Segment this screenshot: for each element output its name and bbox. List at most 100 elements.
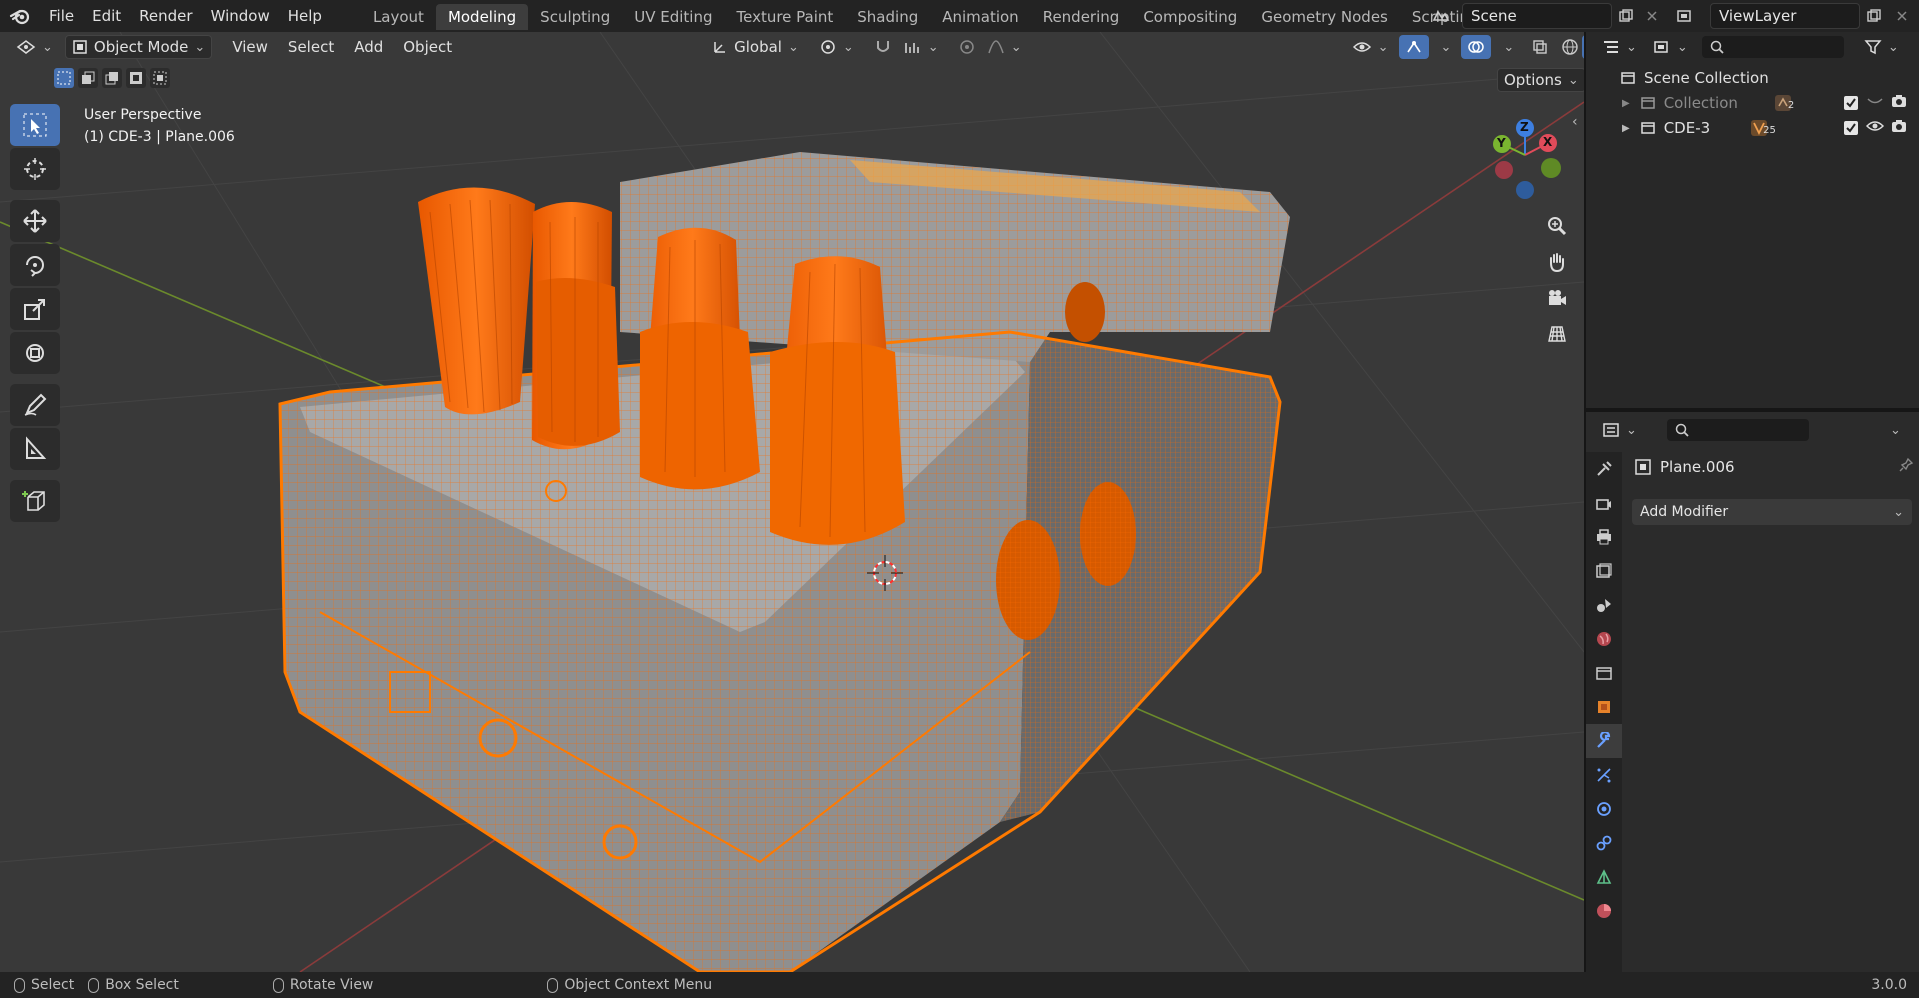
overlays-options-button[interactable] bbox=[1491, 35, 1520, 59]
snap-target-button[interactable] bbox=[898, 35, 945, 59]
select-box-tool[interactable] bbox=[10, 104, 60, 146]
add-menu[interactable]: Add bbox=[348, 35, 389, 59]
overlays-toggle[interactable] bbox=[1461, 35, 1492, 59]
pin-icon[interactable] bbox=[1898, 457, 1914, 477]
mode-selector[interactable]: Object Mode bbox=[64, 35, 213, 59]
scale-tool[interactable] bbox=[10, 288, 60, 330]
new-view-layer-icon[interactable] bbox=[1860, 3, 1888, 29]
new-scene-icon[interactable] bbox=[1612, 3, 1640, 29]
outliner-search-input[interactable] bbox=[1701, 36, 1844, 58]
tab-texture-paint[interactable]: Texture Paint bbox=[724, 4, 845, 30]
scene-selector[interactable]: Scene bbox=[1462, 3, 1612, 29]
navigation-gizmo[interactable]: Z X Y bbox=[1480, 110, 1580, 210]
cde3-checkbox[interactable] bbox=[1844, 121, 1858, 135]
tab-collection[interactable] bbox=[1586, 656, 1622, 690]
view-layer-selector[interactable]: ViewLayer bbox=[1710, 3, 1860, 29]
select-extend-button[interactable] bbox=[78, 68, 98, 88]
select-invert-button[interactable] bbox=[126, 68, 146, 88]
tab-world[interactable] bbox=[1586, 622, 1622, 656]
outliner-editor-type-button[interactable] bbox=[1596, 35, 1643, 59]
editor-type-button[interactable] bbox=[10, 35, 59, 59]
transform-tool[interactable] bbox=[10, 332, 60, 374]
select-intersect-button[interactable] bbox=[150, 68, 170, 88]
menu-file[interactable]: File bbox=[40, 0, 83, 32]
properties-search-input[interactable] bbox=[1666, 419, 1809, 441]
menu-edit[interactable]: Edit bbox=[83, 0, 130, 32]
rotate-tool[interactable] bbox=[10, 244, 60, 286]
render-camera-icon[interactable] bbox=[1891, 94, 1907, 112]
menu-render[interactable]: Render bbox=[130, 0, 201, 32]
add-modifier-dropdown[interactable]: Add Modifier ⌄ bbox=[1632, 499, 1912, 525]
measure-tool[interactable] bbox=[10, 428, 60, 470]
hidden-eye-icon[interactable] bbox=[1866, 94, 1884, 112]
tab-rendering[interactable]: Rendering bbox=[1031, 4, 1132, 30]
camera-view-button[interactable] bbox=[1540, 280, 1574, 316]
zoom-button[interactable] bbox=[1540, 208, 1574, 244]
tab-sculpting[interactable]: Sculpting bbox=[528, 4, 622, 30]
properties-editor-type-button[interactable] bbox=[1596, 418, 1643, 442]
outliner-row-cde3[interactable]: ▶ CDE-3 25 bbox=[1586, 116, 1919, 140]
collection-checkbox[interactable] bbox=[1844, 96, 1858, 110]
menu-help[interactable]: Help bbox=[279, 0, 331, 32]
tab-animation[interactable]: Animation bbox=[930, 4, 1030, 30]
add-cube-tool[interactable] bbox=[10, 480, 60, 522]
blender-logo-icon[interactable] bbox=[0, 0, 40, 32]
tab-particles[interactable] bbox=[1586, 758, 1622, 792]
tab-material[interactable] bbox=[1586, 894, 1622, 928]
filter-button[interactable] bbox=[1858, 35, 1905, 59]
3d-viewport[interactable]: Object Mode View Select Add Object Globa… bbox=[0, 32, 1584, 972]
tab-tool[interactable] bbox=[1586, 452, 1622, 486]
object-menu[interactable]: Object bbox=[397, 35, 458, 59]
tab-view-layer[interactable] bbox=[1586, 554, 1622, 588]
menu-window[interactable]: Window bbox=[202, 0, 279, 32]
expand-arrow-icon[interactable]: ▶ bbox=[1622, 98, 1630, 109]
shading-wireframe-button[interactable] bbox=[1558, 35, 1582, 59]
tab-layout[interactable]: Layout bbox=[361, 4, 436, 30]
remove-scene-icon[interactable] bbox=[1638, 3, 1666, 29]
sidebar-toggle-arrow[interactable]: ‹ bbox=[1572, 114, 1578, 130]
view-layer-icon[interactable] bbox=[1672, 3, 1700, 29]
select-new-button[interactable] bbox=[54, 68, 74, 88]
gizmo-toggle[interactable] bbox=[1398, 35, 1429, 59]
cursor-tool[interactable] bbox=[10, 148, 60, 190]
tab-modeling[interactable]: Modeling bbox=[435, 4, 529, 30]
proportional-falloff-button[interactable] bbox=[981, 35, 1028, 59]
tab-render[interactable] bbox=[1586, 486, 1622, 520]
select-subtract-button[interactable] bbox=[102, 68, 122, 88]
outliner-row-scene-collection[interactable]: Scene Collection bbox=[1586, 66, 1919, 90]
proportional-edit-toggle[interactable] bbox=[953, 35, 981, 59]
tab-object[interactable] bbox=[1586, 690, 1622, 724]
display-mode-button[interactable] bbox=[1647, 35, 1694, 59]
transform-orientation-selector[interactable]: Global bbox=[706, 35, 805, 59]
tab-output[interactable] bbox=[1586, 520, 1622, 554]
pivot-point-button[interactable] bbox=[813, 35, 860, 59]
options-button[interactable]: Options bbox=[1497, 68, 1584, 92]
annotate-tool[interactable] bbox=[10, 384, 60, 426]
outliner-row-collection[interactable]: ▶ Collection 2 bbox=[1586, 91, 1919, 115]
view-menu[interactable]: View bbox=[226, 35, 274, 59]
gizmo-options-button[interactable] bbox=[1429, 35, 1458, 59]
tab-compositing[interactable]: Compositing bbox=[1131, 4, 1249, 30]
move-tool[interactable] bbox=[10, 200, 60, 242]
tab-geometry-nodes[interactable]: Geometry Nodes bbox=[1249, 4, 1400, 30]
shading-solid-button[interactable] bbox=[1582, 35, 1584, 59]
tab-constraints[interactable] bbox=[1586, 826, 1622, 860]
selectability-visibility-button[interactable] bbox=[1346, 35, 1395, 59]
tab-physics[interactable] bbox=[1586, 792, 1622, 826]
pan-button[interactable] bbox=[1540, 244, 1574, 280]
select-menu[interactable]: Select bbox=[282, 35, 340, 59]
snap-toggle[interactable] bbox=[868, 35, 898, 59]
tab-modifiers[interactable] bbox=[1586, 724, 1622, 758]
eye-icon[interactable] bbox=[1865, 119, 1885, 137]
scene-type-icon[interactable] bbox=[1427, 3, 1455, 29]
tab-scene[interactable] bbox=[1586, 588, 1622, 622]
remove-view-layer-icon[interactable] bbox=[1888, 3, 1916, 29]
tab-uv-editing[interactable]: UV Editing bbox=[622, 4, 724, 30]
expand-arrow-icon[interactable]: ▶ bbox=[1622, 123, 1630, 134]
chevron-down-icon[interactable]: ⌄ bbox=[1890, 423, 1901, 438]
render-camera-icon[interactable] bbox=[1891, 119, 1907, 137]
xray-toggle[interactable] bbox=[1526, 35, 1554, 59]
tab-data[interactable] bbox=[1586, 860, 1622, 894]
ortho-toggle-button[interactable] bbox=[1540, 316, 1574, 352]
tab-shading[interactable]: Shading bbox=[845, 4, 930, 30]
